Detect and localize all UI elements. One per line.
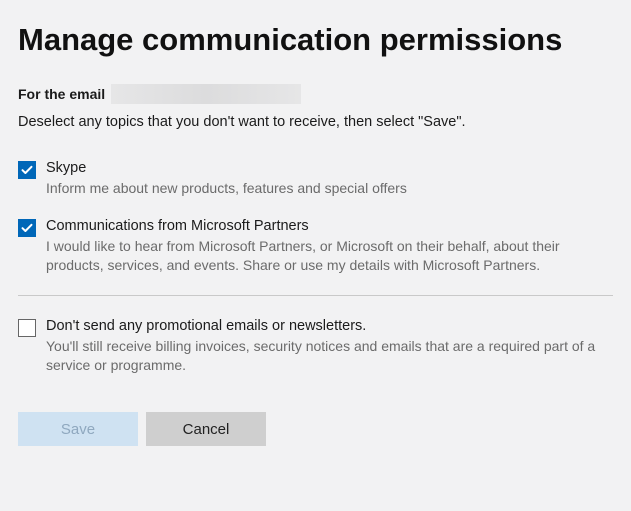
topic-label: Skype	[46, 160, 613, 176]
checkbox-optout[interactable]	[18, 319, 36, 337]
cancel-button[interactable]: Cancel	[146, 412, 266, 446]
check-icon	[21, 164, 33, 176]
optout-label: Don't send any promotional emails or new…	[46, 318, 613, 334]
optout-desc: You'll still receive billing invoices, s…	[46, 337, 613, 375]
topic-label: Communications from Microsoft Partners	[46, 218, 613, 234]
topic-skype: Skype Inform me about new products, feat…	[18, 160, 613, 198]
topic-optout: Don't send any promotional emails or new…	[18, 318, 613, 375]
button-row: Save Cancel	[18, 412, 613, 446]
divider	[18, 295, 613, 296]
check-icon	[21, 222, 33, 234]
topic-partners: Communications from Microsoft Partners I…	[18, 218, 613, 275]
topic-desc: Inform me about new products, features a…	[46, 179, 613, 198]
page-title: Manage communication permissions	[18, 22, 613, 58]
checkbox-partners[interactable]	[18, 219, 36, 237]
save-button[interactable]: Save	[18, 412, 138, 446]
topic-desc: I would like to hear from Microsoft Part…	[46, 237, 613, 275]
email-redacted	[111, 84, 301, 104]
checkbox-skype[interactable]	[18, 161, 36, 179]
email-prefix: For the email	[18, 86, 105, 102]
email-line: For the email	[18, 84, 613, 104]
instruction-text: Deselect any topics that you don't want …	[18, 114, 613, 130]
